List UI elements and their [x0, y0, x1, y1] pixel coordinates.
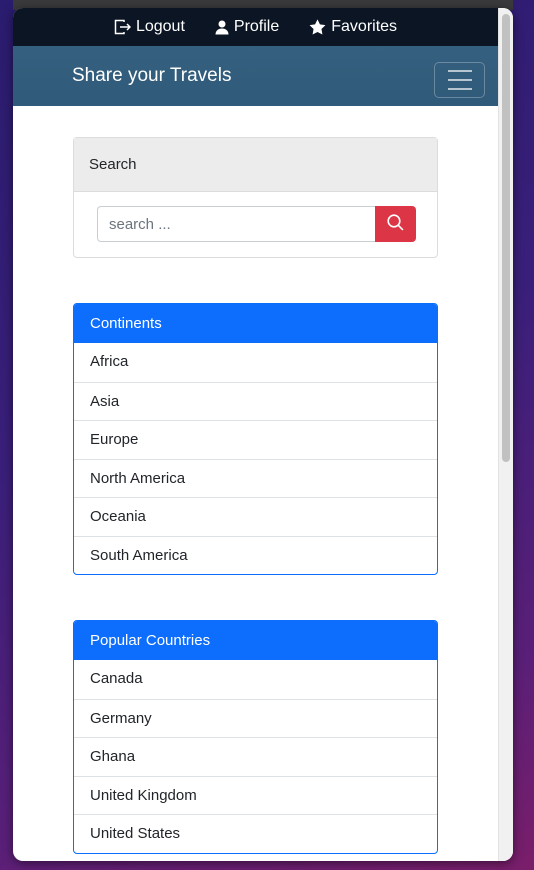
search-form: [97, 206, 416, 242]
navbar-toggler-button[interactable]: [434, 62, 485, 98]
profile-label: Profile: [233, 18, 280, 35]
scrollbar-thumb[interactable]: [502, 14, 510, 462]
list-item-country[interactable]: Germany: [74, 698, 437, 738]
top-nav: Logout Profile Favorites: [13, 8, 498, 46]
list-item-continent[interactable]: Asia: [74, 381, 437, 421]
brand-title[interactable]: Share your Travels: [72, 46, 231, 106]
hamburger-line: [447, 70, 472, 72]
hamburger-line: [447, 79, 472, 81]
logout-link[interactable]: Logout: [114, 18, 185, 36]
list-item-continent[interactable]: North America: [74, 458, 437, 498]
list-item-continent[interactable]: Oceania: [74, 497, 437, 536]
list-item-continent[interactable]: Europe: [74, 420, 437, 459]
hamburger-line: [447, 88, 472, 90]
list-item-country[interactable]: United States: [74, 814, 437, 853]
list-item-continent[interactable]: Africa: [74, 343, 437, 382]
continents-list: Africa Asia Europe North America Oceania…: [74, 343, 437, 574]
popular-countries-card-header: Popular Countries: [74, 621, 437, 660]
popular-countries-card: Popular Countries Canada Germany Ghana U…: [73, 620, 438, 854]
brand-bar: Share your Travels: [13, 46, 498, 106]
search-input[interactable]: [97, 206, 375, 242]
search-card: Search: [73, 137, 438, 258]
continents-card: Continents Africa Asia Europe North Amer…: [73, 303, 438, 575]
search-card-header: Search: [74, 138, 437, 192]
continents-card-header: Continents: [74, 304, 437, 343]
search-icon: [387, 214, 404, 234]
favorites-label: Favorites: [331, 18, 398, 35]
favorites-link[interactable]: Favorites: [309, 18, 397, 36]
star-icon: [309, 19, 326, 35]
list-item-country[interactable]: United Kingdom: [74, 775, 437, 815]
countries-list: Canada Germany Ghana United Kingdom Unit…: [74, 660, 437, 853]
profile-link[interactable]: Profile: [215, 18, 279, 36]
vertical-scrollbar[interactable]: [498, 8, 513, 861]
list-item-continent[interactable]: South America: [74, 535, 437, 575]
logout-label: Logout: [135, 18, 185, 35]
list-item-country[interactable]: Canada: [74, 660, 437, 699]
search-button[interactable]: [375, 206, 416, 242]
person-icon: [215, 20, 229, 35]
browser-window: Logout Profile Favorites Share your Trav…: [13, 8, 513, 861]
list-item-country[interactable]: Ghana: [74, 737, 437, 776]
logout-icon: [114, 19, 131, 35]
